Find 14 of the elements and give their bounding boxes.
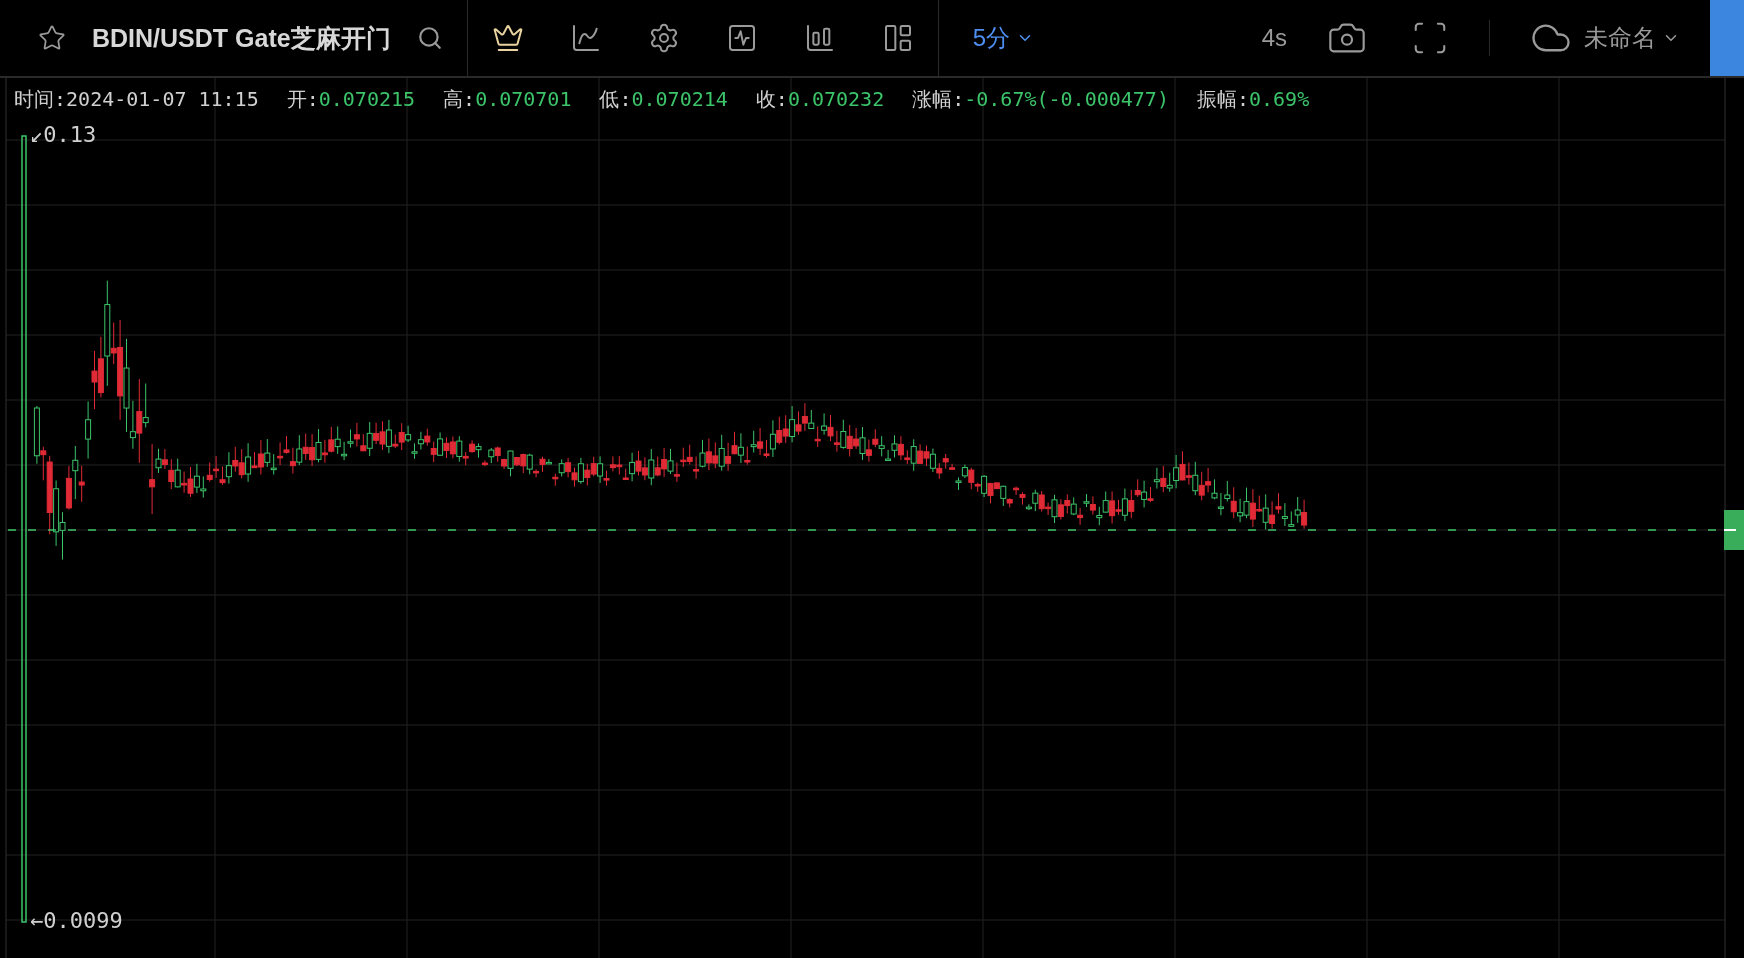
ohlc-field: 振幅:0.69% <box>1196 86 1310 113</box>
ohlc-field: 高:0.070701 <box>443 86 572 113</box>
ohlc-field: 涨幅:-0.67%(-0.000477) <box>912 86 1169 113</box>
refresh-interval: 4s <box>1261 24 1287 52</box>
ohlc-field: 时间:2024-01-07 11:15 <box>14 86 259 113</box>
timeframe-tab[interactable]: 5分 <box>968 22 1038 54</box>
symbol-title: BDIN/USDT Gate芝麻开门 <box>92 22 391 54</box>
ohlc-field: 开:0.070215 <box>286 86 416 113</box>
max-price-label: ↙0.13 <box>30 122 97 147</box>
ohlc-field: 低:0.070214 <box>599 86 728 113</box>
ohlc-field: 收:0.070232 <box>755 86 885 113</box>
layout-name-dropdown[interactable]: 未命名 <box>1584 22 1680 54</box>
price-tag <box>1724 510 1744 550</box>
min-price-label: ←0.0099 <box>30 908 123 933</box>
